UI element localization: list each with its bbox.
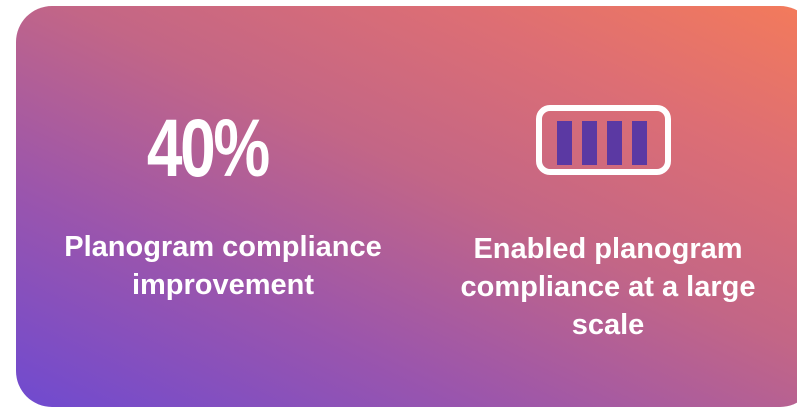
- stat-label-line: Planogram compliance: [64, 231, 382, 263]
- scale-label-line: Enabled planogram: [473, 233, 743, 265]
- battery-full-icon: [536, 105, 671, 175]
- scale-label-line: scale: [571, 309, 645, 341]
- stat-label-line: improvement: [131, 269, 315, 301]
- stats-card: [16, 6, 797, 407]
- scale-compliance-label: Enabled planogram compliance at a large …: [435, 230, 781, 344]
- compliance-stat-label: Planogram compliance improvement: [20, 228, 426, 304]
- scale-label-line: compliance at a large: [460, 271, 756, 303]
- compliance-stat-value: 40%: [146, 103, 270, 194]
